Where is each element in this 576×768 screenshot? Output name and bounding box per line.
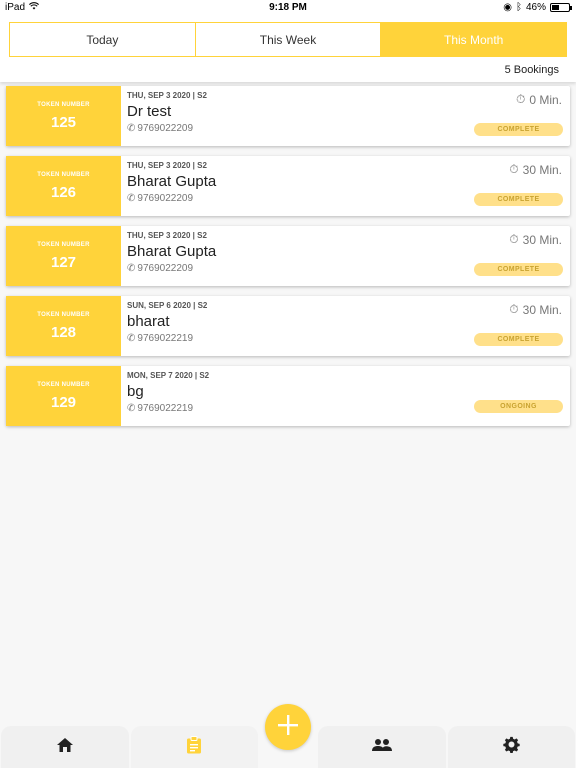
patient-name: bg (127, 383, 144, 400)
booking-date: THU, SEP 3 2020 | S2 (127, 91, 207, 100)
patient-name: Bharat Gupta (127, 173, 217, 190)
phone-icon: ✆ (127, 403, 136, 414)
duration-value: 30 Min. (522, 302, 562, 317)
tab-today[interactable]: Today (10, 23, 196, 56)
phone-icon: ✆ (127, 193, 136, 204)
status-badge: COMPLETE (474, 123, 563, 136)
group-icon (371, 738, 393, 757)
phone-icon: ✆ (127, 333, 136, 344)
patient-name: Dr test (127, 103, 172, 120)
nav-patients[interactable] (318, 726, 446, 768)
timer-icon: ⏱ (509, 162, 519, 176)
token-number: 128 (50, 323, 77, 341)
period-tabs: Today This Week This Month (9, 22, 567, 57)
token-block: TOKEN NUMBER 126 (6, 156, 121, 216)
token-block: TOKEN NUMBER 125 (6, 86, 121, 146)
token-number: 125 (50, 113, 77, 131)
status-badge: COMPLETE (474, 263, 563, 276)
tab-this-week[interactable]: This Week (196, 23, 382, 56)
bluetooth-icon: ᛒ (515, 2, 522, 13)
bookings-count: 5 Bookings (504, 64, 559, 76)
phone-value: 9769022209 (137, 263, 194, 274)
token-label: TOKEN NUMBER (37, 381, 90, 388)
duration-value: 30 Min. (522, 232, 562, 247)
booking-date: SUN, SEP 6 2020 | S2 (127, 301, 208, 310)
token-block: TOKEN NUMBER 129 (6, 366, 121, 426)
timer-icon: ⏱ (515, 92, 526, 106)
token-block: TOKEN NUMBER 128 (6, 296, 121, 356)
token-block: TOKEN NUMBER 127 (6, 226, 121, 286)
booking-date: THU, SEP 3 2020 | S2 (127, 161, 207, 170)
tab-this-month[interactable]: This Month (381, 23, 567, 56)
clock: 9:18 PM (269, 2, 307, 13)
phone-icon: ✆ (127, 123, 136, 134)
clipboard-icon (186, 735, 202, 759)
token-label: TOKEN NUMBER (37, 311, 90, 318)
timer-icon: ⏱ (509, 232, 519, 246)
phone-icon: ✆ (127, 263, 136, 274)
status-badge: ONGOING (474, 400, 563, 413)
settings-icon (503, 736, 520, 758)
add-booking-button[interactable] (265, 704, 311, 750)
duration: ⏱ 30 Min. (509, 162, 562, 177)
patient-name: bharat (127, 313, 170, 330)
booking-card[interactable]: TOKEN NUMBER 126 THU, SEP 3 2020 | S2 Bh… (6, 156, 570, 216)
booking-date: MON, SEP 7 2020 | S2 (127, 371, 210, 380)
duration: ⏱ 0 Min. (516, 92, 562, 107)
home-icon (56, 737, 74, 758)
battery-percent: 46% (525, 2, 546, 13)
token-number: 129 (50, 393, 77, 411)
phone-value: 9769022209 (137, 193, 194, 204)
duration-value: 0 Min. (529, 92, 562, 107)
token-label: TOKEN NUMBER (37, 101, 90, 108)
token-number: 126 (50, 183, 77, 201)
booking-card[interactable]: TOKEN NUMBER 125 THU, SEP 3 2020 | S2 Dr… (6, 86, 570, 146)
patient-name: Bharat Gupta (127, 243, 217, 260)
booking-date: THU, SEP 3 2020 | S2 (127, 231, 207, 240)
timer-icon: ⏱ (509, 302, 519, 316)
duration-value: 30 Min. (522, 162, 562, 177)
add-icon (277, 714, 299, 741)
status-bar: iPad 9:18 PM ◉ ᛒ 46% (0, 0, 576, 16)
status-badge: COMPLETE (474, 193, 563, 206)
booking-card[interactable]: TOKEN NUMBER 129 MON, SEP 7 2020 | S2 bg… (6, 366, 570, 426)
orientation-lock-icon: ◉ (503, 2, 512, 13)
duration: ⏱ 30 Min. (509, 302, 562, 317)
token-label: TOKEN NUMBER (37, 241, 90, 248)
battery-icon (550, 3, 572, 12)
phone-value: 9769022219 (137, 403, 194, 414)
status-badge: COMPLETE (474, 333, 563, 346)
phone-value: 9769022219 (137, 333, 194, 344)
nav-home[interactable] (1, 726, 129, 768)
booking-list: TOKEN NUMBER 125 THU, SEP 3 2020 | S2 Dr… (6, 86, 570, 436)
phone-value: 9769022209 (137, 123, 194, 134)
booking-card[interactable]: TOKEN NUMBER 127 THU, SEP 3 2020 | S2 Bh… (6, 226, 570, 286)
token-number: 127 (50, 253, 77, 271)
booking-card[interactable]: TOKEN NUMBER 128 SUN, SEP 6 2020 | S2 bh… (6, 296, 570, 356)
duration: ⏱ 30 Min. (509, 232, 562, 247)
token-label: TOKEN NUMBER (37, 171, 90, 178)
nav-bookings[interactable] (130, 726, 258, 768)
nav-settings[interactable] (447, 726, 575, 768)
